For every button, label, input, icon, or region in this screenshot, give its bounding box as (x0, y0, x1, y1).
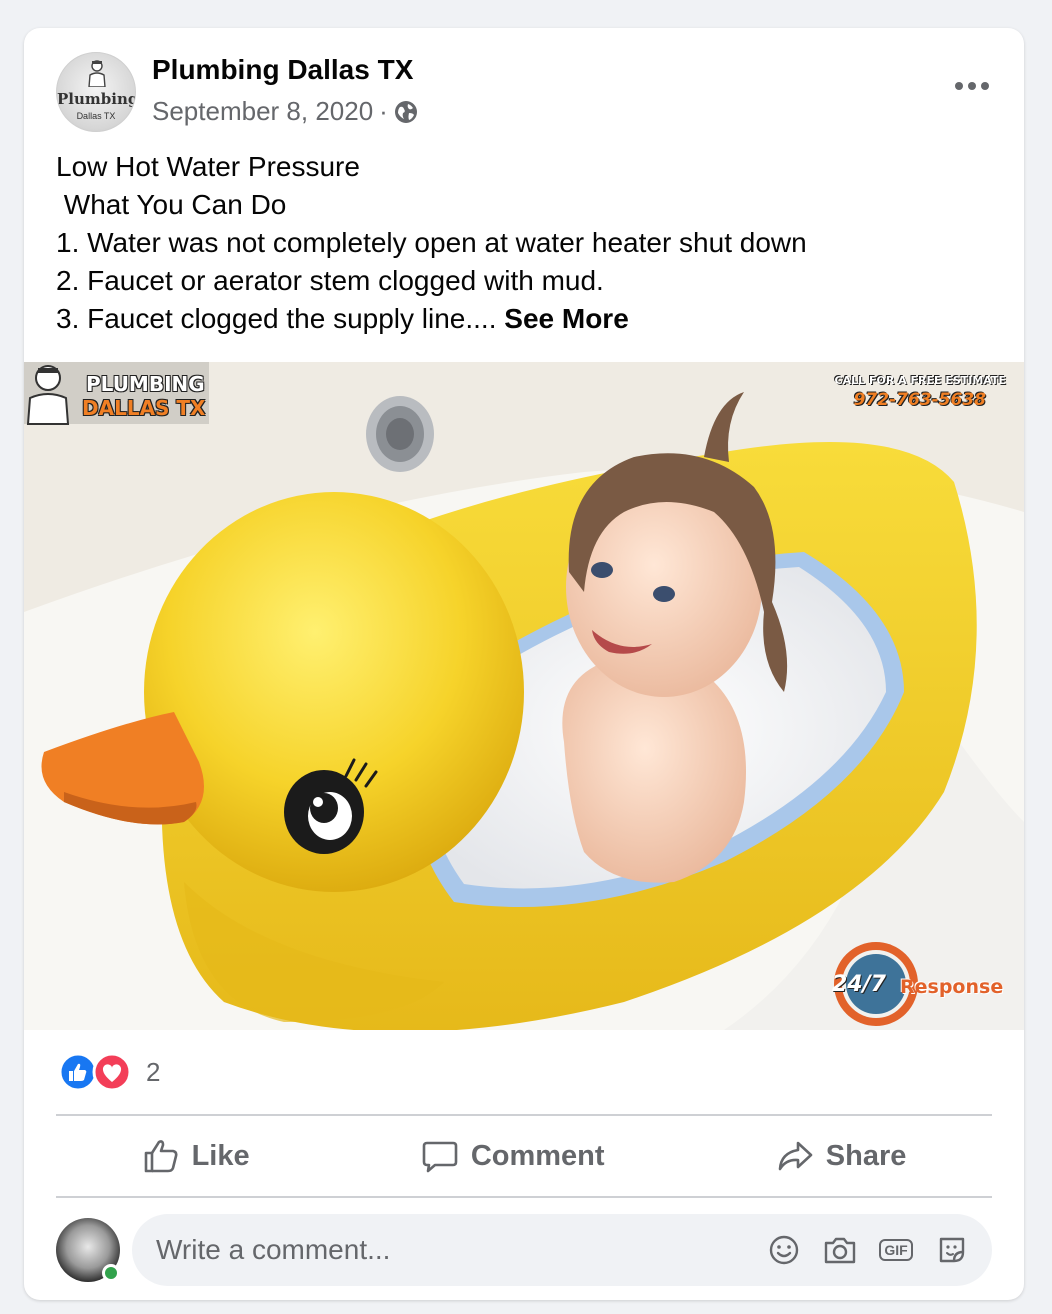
photo-brand-line2: DALLAS TX (82, 396, 206, 420)
like-label: Like (191, 1139, 250, 1172)
post-photo[interactable]: PLUMBING DALLAS TX CALL FOR A FREE ESTIM… (24, 362, 1024, 1030)
comment-tools: GIF (766, 1232, 992, 1268)
gif-icon-text: GIF (879, 1239, 913, 1261)
sticker-icon[interactable] (934, 1232, 970, 1268)
comment-input[interactable] (132, 1219, 766, 1281)
post-date-link[interactable]: September 8, 2020 (152, 96, 373, 127)
post-card: Plumbing Dallas TX Plumbing Dallas TX Se… (24, 28, 1024, 1300)
post-meta: September 8, 2020 · (152, 96, 418, 127)
comment-box[interactable]: GIF (132, 1214, 992, 1286)
avatar-logo-word: Plumbing (57, 90, 136, 108)
comment-label: Comment (470, 1139, 605, 1172)
post-header: Plumbing Dallas TX Plumbing Dallas TX Se… (56, 52, 992, 132)
post-actions-bar: Like Comment Share (56, 1118, 992, 1194)
photo-brand-line1: PLUMBING (86, 372, 205, 396)
comment-composer: GIF (56, 1214, 992, 1286)
actions-top-divider (56, 1114, 992, 1116)
photo-phone: 972-763-5638 (853, 390, 986, 410)
share-button[interactable]: Share (752, 1129, 931, 1183)
share-arrow-icon (778, 1141, 813, 1171)
comment-button[interactable]: Comment (397, 1129, 629, 1183)
love-reaction-icon (92, 1052, 132, 1092)
actions-bottom-divider (56, 1196, 992, 1198)
gif-icon[interactable]: GIF (878, 1232, 914, 1268)
plumber-logo-icon (88, 60, 106, 87)
comment-bubble-icon (422, 1141, 458, 1173)
globe-icon[interactable] (394, 100, 418, 124)
reaction-icons (56, 1052, 136, 1092)
badge-word: Response (900, 976, 1004, 998)
camera-icon[interactable] (822, 1232, 858, 1268)
more-options-button[interactable] (952, 66, 992, 106)
page-name-link[interactable]: Plumbing Dallas TX (152, 54, 413, 86)
photo-estimate-label: CALL FOR A FREE ESTIMATE (834, 374, 1006, 387)
photo-illustration (24, 362, 1024, 1030)
post-text-content: Low Hot Water Pressure What You Can Do 1… (56, 151, 807, 334)
emoji-icon[interactable] (766, 1232, 802, 1268)
post-body-text: Low Hot Water Pressure What You Can Do 1… (56, 148, 992, 338)
share-label: Share (825, 1139, 907, 1172)
reaction-count[interactable]: 2 (146, 1057, 160, 1088)
thumbs-up-icon (144, 1140, 178, 1173)
reactions-summary[interactable]: 2 (56, 1050, 992, 1094)
avatar-logo-sub: Dallas TX (76, 111, 116, 121)
see-more-link[interactable]: See More (504, 303, 629, 334)
badge-number: 24/7 (832, 972, 886, 997)
like-button[interactable]: Like (118, 1129, 274, 1183)
online-status-dot (102, 1264, 120, 1282)
more-options-icon (955, 82, 989, 90)
page-avatar[interactable]: Plumbing Dallas TX (56, 52, 136, 132)
meta-separator: · (379, 96, 388, 126)
